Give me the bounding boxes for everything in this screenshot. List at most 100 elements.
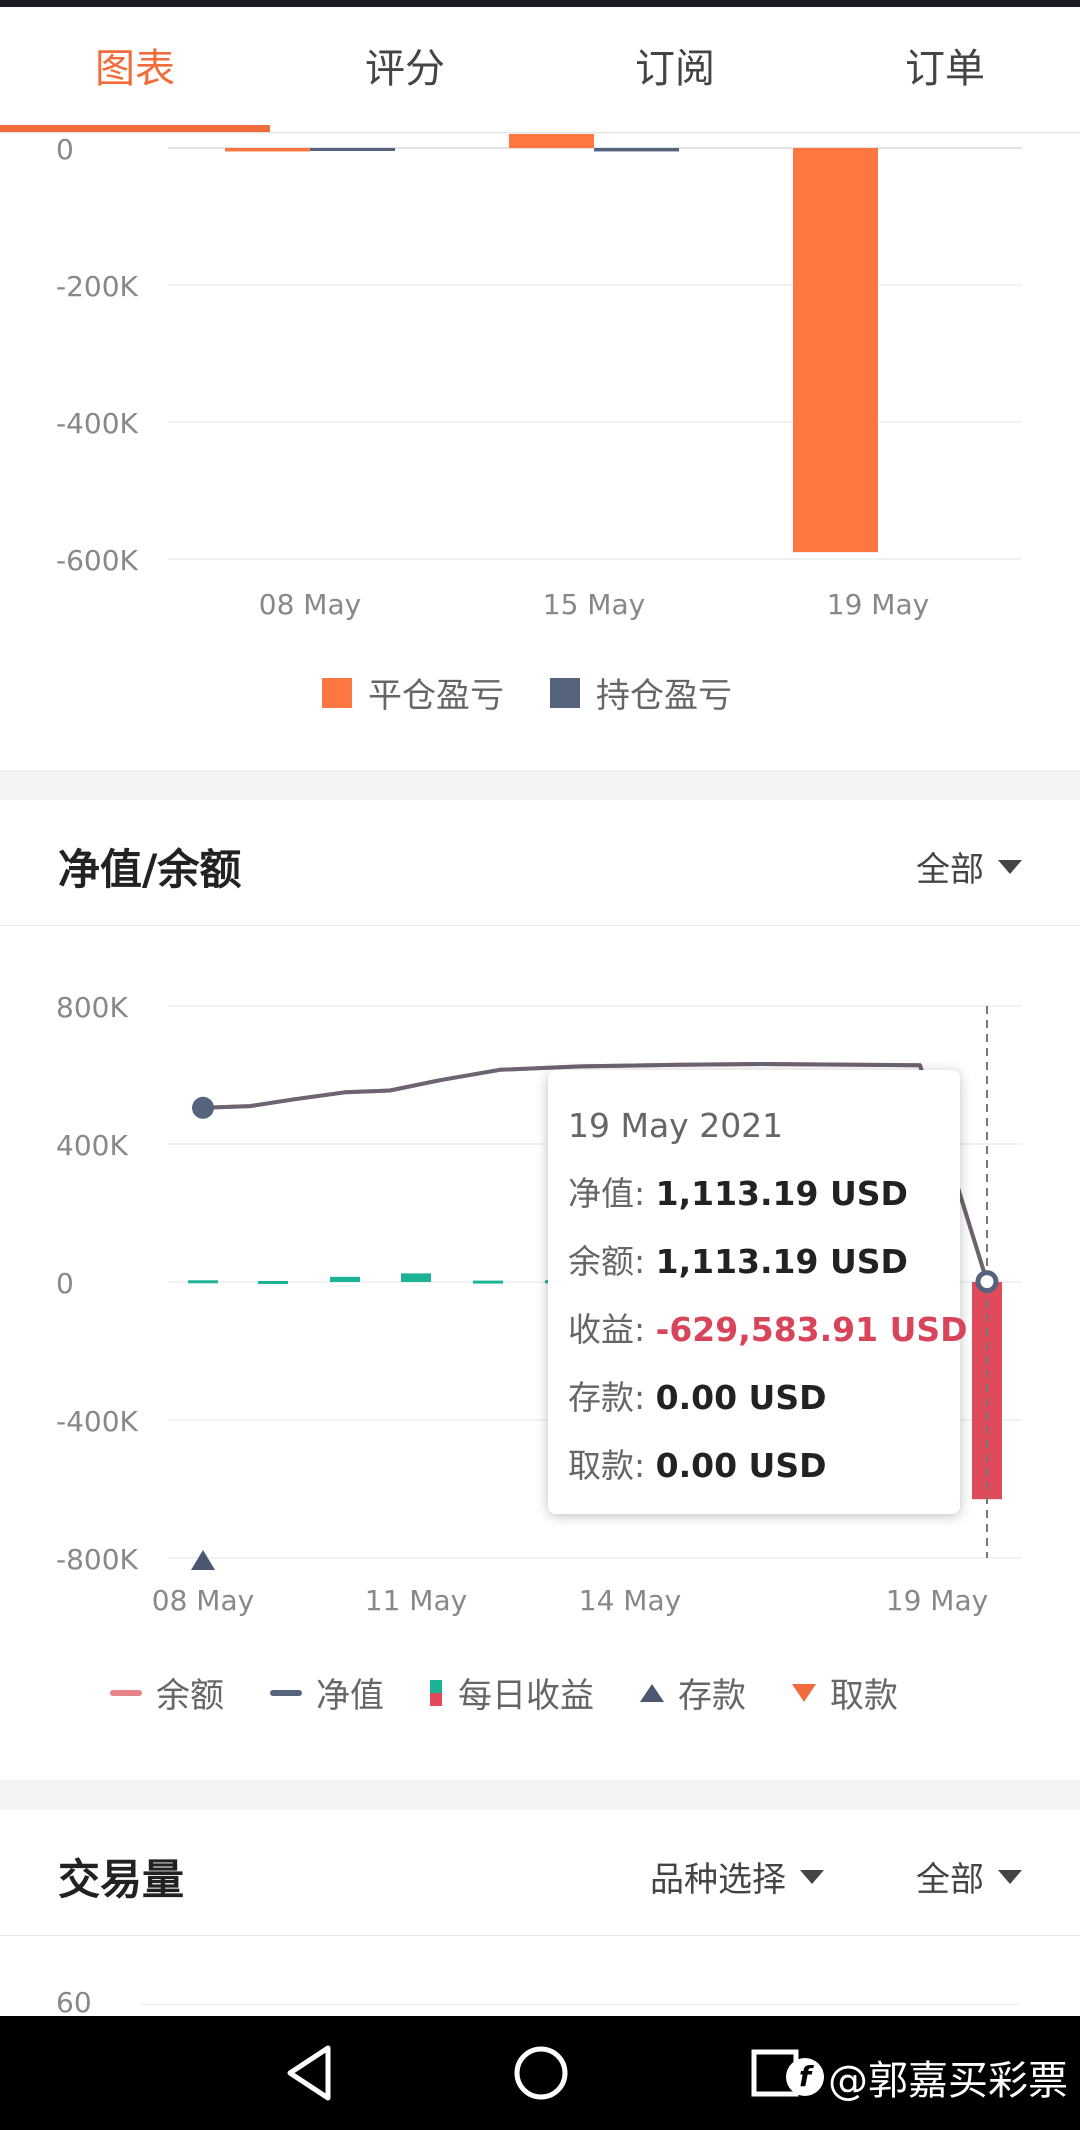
legend-item-open-pnl[interactable]: 持仓盈亏 — [550, 668, 732, 717]
legend-item-equity[interactable]: 净值 — [270, 1668, 384, 1717]
equity-section-header: 净值/余额 全部 — [0, 800, 1080, 926]
app-screen: 图表 评分 订阅 订单 0 -200K -400K -600K 08 May 15 May… — [0, 0, 1080, 2130]
tooltip-row-deposit: 存款: 0.00 USD — [568, 1364, 960, 1432]
dropdown-label: 全部 — [916, 850, 984, 890]
tab-bar: 图表 评分 订阅 订单 — [0, 7, 1080, 133]
y-tick-label: -400K — [56, 1405, 139, 1438]
tooltip-label: 存款: — [568, 1378, 646, 1417]
daily-profit-bar — [188, 1280, 218, 1284]
caret-down-icon — [800, 1869, 824, 1884]
tooltip-row-withdrawal: 取款: 0.00 USD — [568, 1432, 960, 1500]
tooltip-label: 净值: — [568, 1174, 646, 1213]
pnl-chart-card: 0 -200K -400K -600K 08 May 15 May 19 May 平仓盈亏 … — [0, 134, 1080, 770]
volume-section-header: 交易量 品种选择 全部 — [0, 1810, 1080, 1936]
legend-item-closed-pnl[interactable]: 平仓盈亏 — [322, 668, 504, 717]
x-tick-label: 08 May — [152, 1584, 254, 1617]
legend-label: 余额 — [156, 1676, 224, 1716]
equity-active-point — [975, 1270, 999, 1294]
tab-subscribe[interactable]: 订阅 — [540, 7, 810, 132]
equity-balance-card: 净值/余额 全部 800K 400K 0 -400K -800K 08 May 11 May… — [0, 800, 1080, 1780]
volume-range-dropdown[interactable]: 全部 — [916, 1852, 1022, 1901]
daily-profit-bar — [258, 1280, 288, 1284]
watermark-text: @郭嘉买彩票 — [828, 2058, 1068, 2104]
equity-swatch — [270, 1689, 302, 1696]
y-tick-label: 800K — [56, 991, 128, 1024]
tooltip-date: 19 May 2021 — [568, 1106, 784, 1145]
x-tick-label: 14 May — [579, 1584, 681, 1617]
y-tick-label: 0 — [56, 134, 74, 166]
tooltip-value: -629,583.91 USD — [655, 1310, 968, 1349]
equity-range-dropdown[interactable]: 全部 — [916, 842, 1022, 891]
legend-item-withdrawal[interactable]: 取款 — [792, 1668, 898, 1717]
daily-profit-swatch — [430, 1679, 442, 1706]
y-tick-label: 0 — [56, 1267, 74, 1300]
x-tick-label: 19 May — [827, 588, 929, 621]
daily-profit-bar — [330, 1276, 360, 1282]
symbol-select-dropdown[interactable]: 品种选择 — [650, 1852, 824, 1901]
daily-profit-bar — [401, 1273, 431, 1282]
legend-label: 取款 — [830, 1676, 898, 1716]
system-nav-bar: f @郭嘉买彩票 — [0, 2016, 1080, 2130]
deposit-marker — [191, 1550, 215, 1570]
status-strip — [0, 0, 1080, 7]
y-tick-label: -400K — [56, 407, 139, 440]
legend-label: 每日收益 — [458, 1676, 594, 1716]
y-tick-label: -200K — [56, 270, 139, 303]
legend-item-deposit[interactable]: 存款 — [640, 1668, 746, 1717]
watermark: f @郭嘉买彩票 — [786, 2048, 1068, 2106]
tooltip-value: 0.00 USD — [655, 1378, 827, 1417]
bar-closed-pnl — [509, 134, 594, 148]
pnl-bar-chart: 0 -200K -400K -600K 08 May 15 May 19 May — [56, 134, 1022, 621]
dropdown-label: 品种选择 — [650, 1860, 786, 1900]
open-pnl-swatch — [550, 677, 580, 708]
tooltip-row-equity: 净值: 1,113.19 USD — [568, 1160, 960, 1228]
tooltip-label: 余额: — [568, 1242, 646, 1281]
tooltip-label: 收益: — [568, 1310, 646, 1349]
volume-card: 交易量 品种选择 全部 60 — [0, 1810, 1080, 2020]
equity-start-point — [192, 1096, 214, 1119]
caret-down-icon — [998, 1869, 1022, 1884]
x-tick-label: 19 May — [886, 1584, 988, 1617]
chart-tooltip: 19 May 2021 净值: 1,113.19 USD 余额: 1,113.1… — [548, 1070, 968, 1514]
home-icon[interactable] — [506, 2038, 576, 2108]
tab-orders[interactable]: 订单 — [810, 7, 1080, 132]
tooltip-row-balance: 余额: 1,113.19 USD — [568, 1228, 960, 1296]
dropdown-label: 全部 — [916, 1860, 984, 1900]
caret-down-icon — [998, 859, 1022, 874]
y-tick-label: -600K — [56, 544, 139, 577]
bar-closed-pnl — [793, 148, 878, 553]
tooltip-value: 1,113.19 USD — [655, 1242, 908, 1281]
legend-item-daily-profit[interactable]: 每日收益 — [430, 1668, 594, 1717]
daily-profit-bar — [473, 1280, 503, 1284]
equity-legend: 余额 净值 每日收益 存款 取款 — [110, 1668, 898, 1717]
legend-label: 平仓盈亏 — [368, 676, 504, 716]
tooltip-value: 0.00 USD — [655, 1446, 827, 1485]
pnl-legend: 平仓盈亏 持仓盈亏 — [322, 668, 732, 717]
x-tick-label: 15 May — [543, 588, 645, 621]
weibo-icon: f — [786, 2058, 824, 2096]
section-title: 净值/余额 — [58, 845, 242, 894]
balance-swatch — [110, 1689, 142, 1696]
triangle-up-icon — [640, 1683, 664, 1702]
legend-label: 净值 — [316, 1676, 384, 1716]
x-tick-label: 11 May — [365, 1584, 467, 1617]
y-tick-label: 400K — [56, 1129, 128, 1162]
tooltip-row-profit: 收益: -629,583.91 USD — [568, 1296, 968, 1364]
bar-closed-pnl — [225, 148, 310, 152]
x-tick-label: 08 May — [259, 588, 361, 621]
back-icon[interactable] — [276, 2038, 346, 2108]
legend-label: 存款 — [678, 1676, 746, 1716]
triangle-down-icon — [792, 1683, 816, 1702]
legend-label: 持仓盈亏 — [596, 676, 732, 716]
legend-item-balance[interactable]: 余额 — [110, 1668, 224, 1717]
tab-rating[interactable]: 评分 — [270, 7, 540, 132]
y-tick-label: -800K — [56, 1543, 139, 1576]
section-title: 交易量 — [58, 1855, 185, 1904]
bar-open-pnl — [310, 148, 395, 151]
bar-open-pnl — [594, 148, 679, 152]
closed-pnl-swatch — [322, 677, 352, 708]
tab-chart[interactable]: 图表 — [0, 7, 270, 132]
tooltip-label: 取款: — [568, 1446, 646, 1485]
volume-gridline — [140, 2004, 1020, 2005]
volume-y-tick: 60 — [56, 1986, 92, 2019]
